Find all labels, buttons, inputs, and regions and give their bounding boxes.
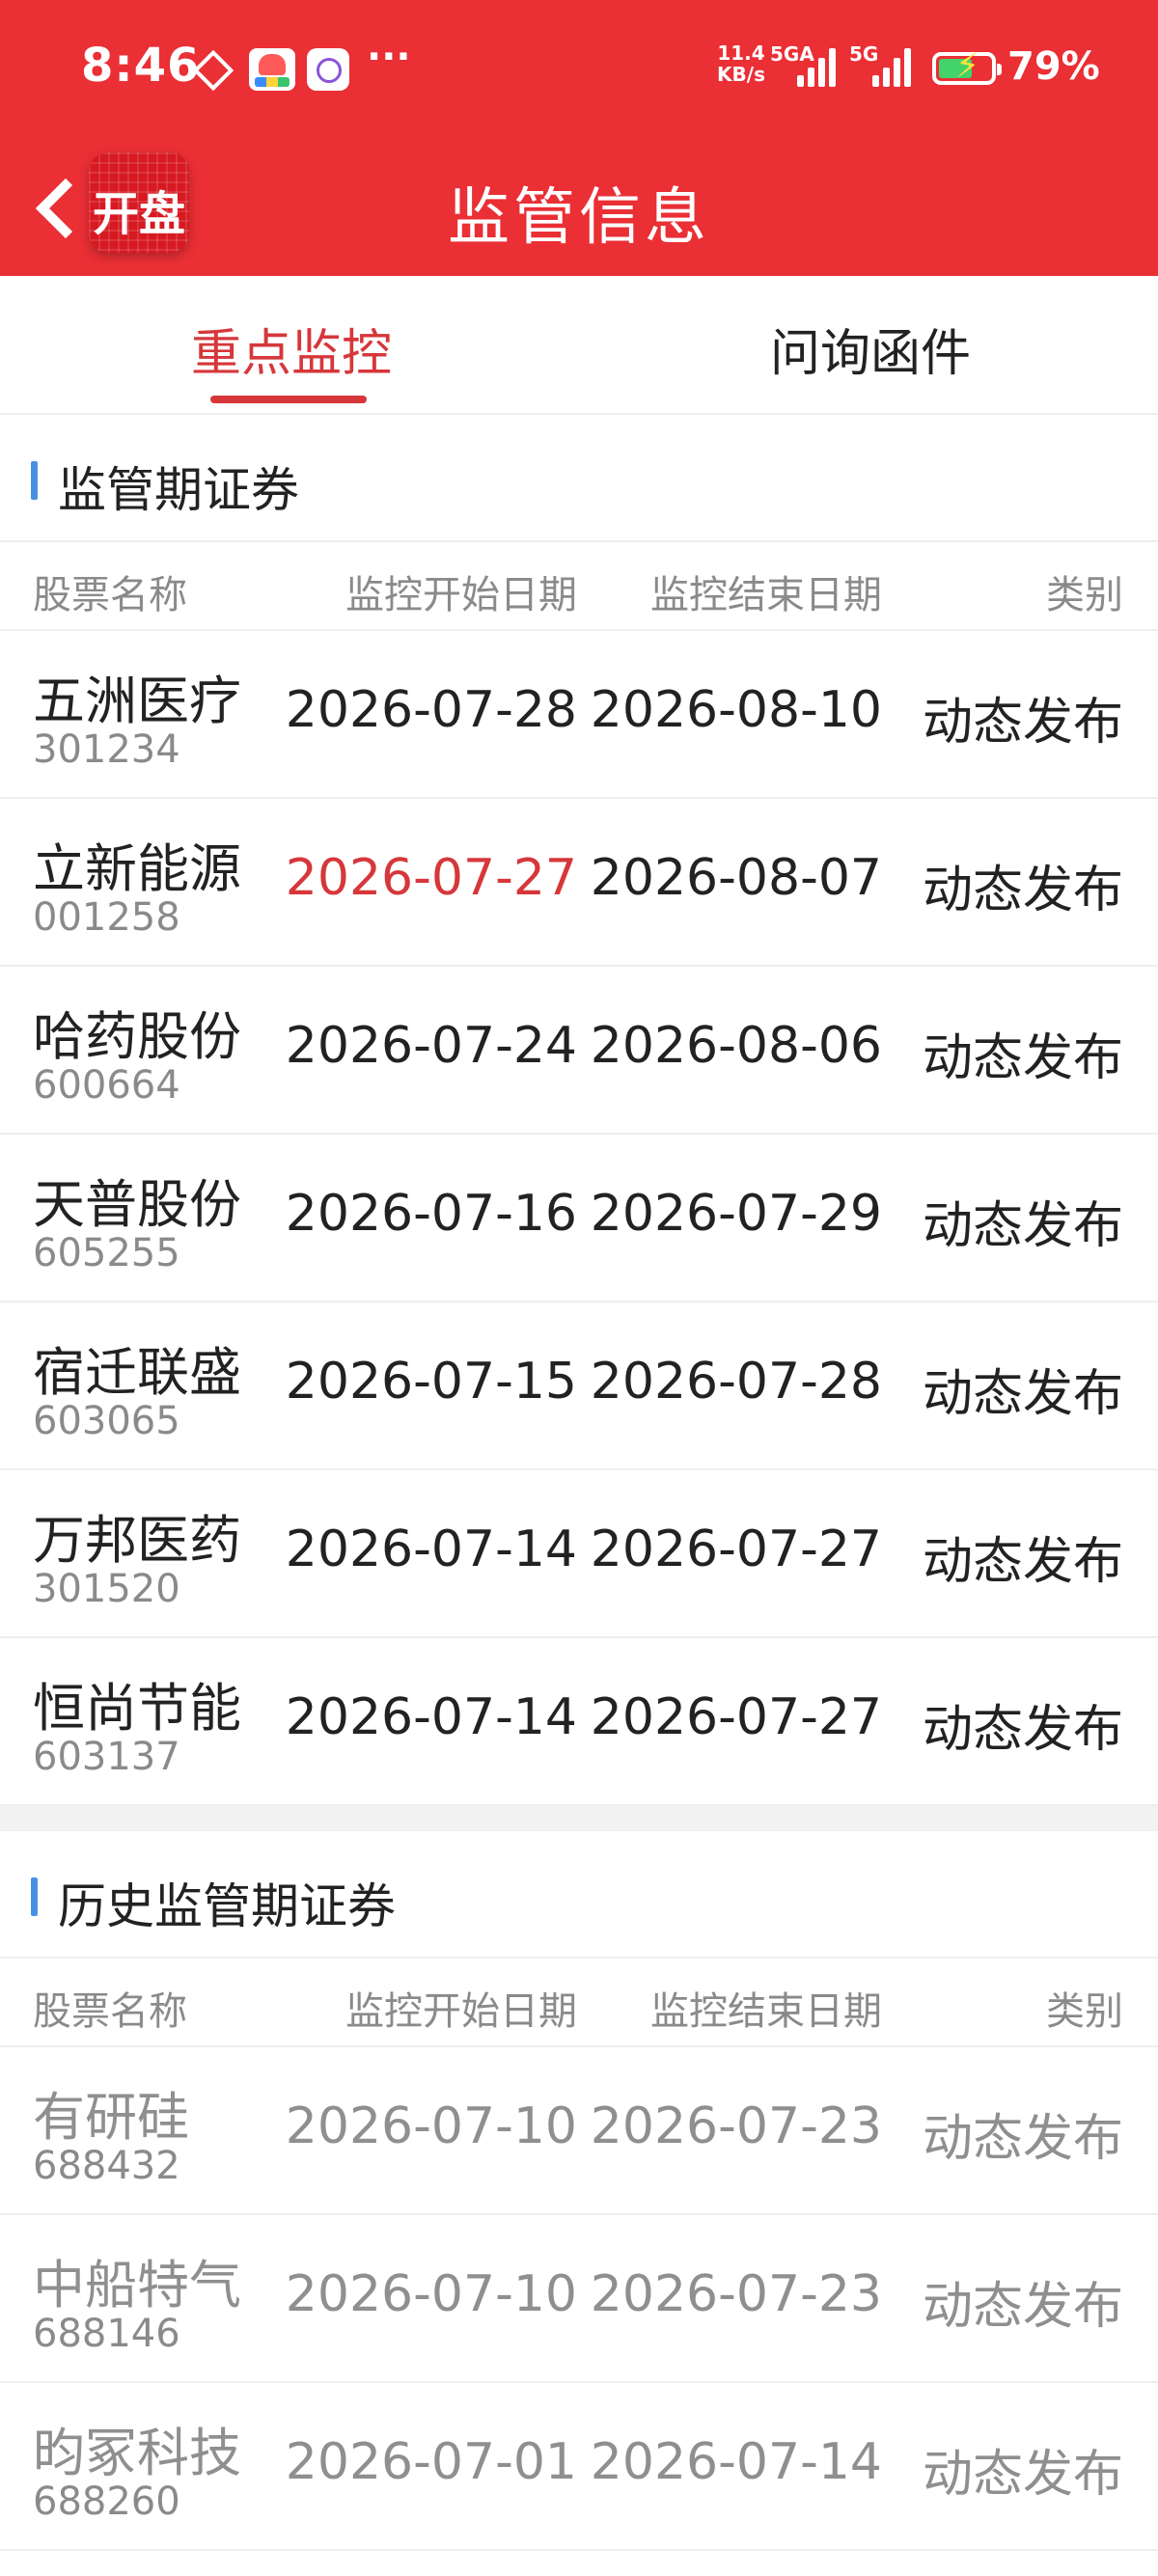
- end-date: 2026-07-23: [590, 2097, 882, 2155]
- start-date: 2026-07-14: [285, 1688, 577, 1746]
- stock-code: 605255: [33, 1231, 180, 1275]
- stock-name: 哈药股份: [33, 1006, 241, 1067]
- stock-name: 宿迁联盛: [33, 1342, 241, 1403]
- category: 动态发布: [922, 2110, 1123, 2168]
- col-end-date: 监控结束日期: [650, 1989, 882, 2034]
- active-tab-indicator: [210, 396, 367, 403]
- category: 动态发布: [922, 1365, 1123, 1423]
- category: 动态发布: [922, 1533, 1123, 1591]
- end-date: 2026-07-28: [590, 1353, 882, 1411]
- app-header: 开盘 监管信息: [0, 141, 1158, 276]
- stock-code: 603065: [33, 1399, 180, 1443]
- table-row[interactable]: 宿迁联盛 603065 2026-07-15 2026-07-28 动态发布: [0, 1302, 1158, 1470]
- stock-name: 恒尚节能: [33, 1678, 241, 1739]
- col-stock-name: 股票名称: [33, 1989, 187, 2034]
- col-start-date: 监控开始日期: [345, 1989, 577, 2034]
- stock-name: 中船特气: [33, 2255, 241, 2316]
- charging-bolt-icon: ⚡: [955, 46, 980, 86]
- stock-name: 昀冢科技: [33, 2423, 241, 2483]
- start-date: 2026-07-24: [285, 1017, 577, 1075]
- stock-name: 立新能源: [33, 838, 241, 899]
- table-row[interactable]: 哈药股份 600664 2026-07-24 2026-08-06 动态发布: [0, 967, 1158, 1135]
- end-date: 2026-07-27: [590, 1521, 882, 1578]
- table-current: 五洲医疗 301234 2026-07-28 2026-08-10 动态发布 立新能源 00…: [0, 631, 1158, 1806]
- stock-code: 688146: [33, 2312, 180, 2356]
- stock-code: 603137: [33, 1735, 180, 1779]
- section-accent-bar: [31, 461, 38, 500]
- stock-code: 600664: [33, 1063, 180, 1108]
- column-header-history: 股票名称 监控开始日期 监控结束日期 类别: [0, 1959, 1158, 2047]
- col-start-date: 监控开始日期: [345, 573, 577, 617]
- end-date: 2026-08-06: [590, 1017, 882, 1075]
- start-date: 2026-07-16: [285, 1185, 577, 1243]
- col-stock-name: 股票名称: [33, 573, 187, 617]
- stock-code: 301234: [33, 727, 180, 772]
- section-divider: [0, 1806, 1158, 1831]
- end-date: 2026-08-07: [590, 849, 882, 907]
- category: 动态发布: [922, 1197, 1123, 1255]
- table-history: 有研硅 688432 2026-07-10 2026-07-23 动态发布 中船特气 688…: [0, 2047, 1158, 2551]
- column-header-current: 股票名称 监控开始日期 监控结束日期 类别: [0, 542, 1158, 631]
- page-title: 监管信息: [448, 182, 710, 254]
- tab-inquiry-letters[interactable]: 问询函件: [770, 313, 971, 385]
- stock-name: 五洲医疗: [33, 671, 241, 731]
- category: 动态发布: [922, 1701, 1123, 1759]
- status-bar: 8:46 ··· 11.4 KB/s 5GA 5G ⚡ 79%: [0, 0, 1158, 141]
- table-row[interactable]: 昀冢科技 688260 2026-07-01 2026-07-14 动态发布: [0, 2383, 1158, 2551]
- start-date: 2026-07-14: [285, 1521, 577, 1578]
- more-notifications-icon: ···: [367, 35, 411, 79]
- stock-code: 688432: [33, 2144, 180, 2188]
- stock-code: 688260: [33, 2480, 180, 2524]
- table-row[interactable]: 万邦医药 301520 2026-07-14 2026-07-27 动态发布: [0, 1470, 1158, 1638]
- table-row[interactable]: 恒尚节能 603137 2026-07-14 2026-07-27 动态发布: [0, 1638, 1158, 1806]
- end-date: 2026-07-14: [590, 2433, 882, 2491]
- section-accent-bar: [31, 1877, 38, 1916]
- start-date: 2026-07-10: [285, 2265, 577, 2323]
- start-date: 2026-07-28: [285, 681, 577, 739]
- table-row[interactable]: 有研硅 688432 2026-07-10 2026-07-23 动态发布: [0, 2047, 1158, 2215]
- col-category: 类别: [1046, 1989, 1123, 2034]
- stock-name: 万邦医药: [33, 1510, 241, 1571]
- tab-bar: 重点监控 问询函件: [0, 276, 1158, 415]
- stock-code: 301520: [33, 1567, 180, 1611]
- end-date: 2026-07-27: [590, 1688, 882, 1746]
- battery-percentage: 79%: [1007, 44, 1100, 89]
- table-row[interactable]: 五洲医疗 301234 2026-07-28 2026-08-10 动态发布: [0, 631, 1158, 799]
- signal-bars-icon: [797, 48, 841, 87]
- start-date: 2026-07-15: [285, 1353, 577, 1411]
- section-header-current: 监管期证券: [0, 415, 1158, 542]
- category: 动态发布: [922, 2278, 1123, 2336]
- network-speed: 11.4 KB/s: [712, 42, 770, 85]
- category: 动态发布: [922, 1029, 1123, 1087]
- section-title-history: 历史监管期证券: [58, 1878, 396, 1934]
- network-speed-unit: KB/s: [717, 63, 765, 86]
- col-category: 类别: [1046, 573, 1123, 617]
- col-end-date: 监控结束日期: [650, 573, 882, 617]
- status-time: 8:46: [81, 39, 201, 93]
- network-speed-value: 11.4: [717, 41, 765, 65]
- table-row[interactable]: 中船特气 688146 2026-07-10 2026-07-23 动态发布: [0, 2215, 1158, 2383]
- category: 动态发布: [922, 862, 1123, 919]
- start-date: 2026-07-01: [285, 2433, 577, 2491]
- start-date: 2026-07-27: [285, 849, 577, 907]
- signal-bars-icon-2: [872, 48, 917, 87]
- end-date: 2026-07-29: [590, 1185, 882, 1243]
- table-row[interactable]: 立新能源 001258 2026-07-27 2026-08-07 动态发布: [0, 799, 1158, 967]
- category: 动态发布: [922, 2446, 1123, 2504]
- end-date: 2026-07-23: [590, 2265, 882, 2323]
- section-title-current: 监管期证券: [58, 462, 299, 518]
- start-date: 2026-07-10: [285, 2097, 577, 2155]
- tab-key-monitoring[interactable]: 重点监控: [191, 313, 392, 385]
- category: 动态发布: [922, 694, 1123, 752]
- section-header-history: 历史监管期证券: [0, 1831, 1158, 1959]
- stock-code: 001258: [33, 895, 180, 940]
- top-bar: 8:46 ··· 11.4 KB/s 5GA 5G ⚡ 79% 开盘 监管信息: [0, 0, 1158, 276]
- end-date: 2026-08-10: [590, 681, 882, 739]
- app-notification-icon: [249, 48, 295, 91]
- pen-notification-icon: [307, 48, 349, 91]
- stock-name: 有研硅: [33, 2087, 189, 2148]
- table-row[interactable]: 天普股份 605255 2026-07-16 2026-07-29 动态发布: [0, 1135, 1158, 1302]
- stock-name: 天普股份: [33, 1174, 241, 1235]
